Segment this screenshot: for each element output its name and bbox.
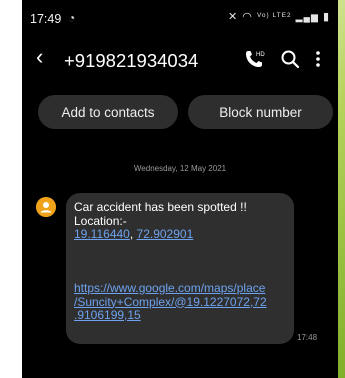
contact-number: +919821934034 bbox=[64, 50, 199, 71]
block-number-button[interactable]: Block number bbox=[188, 95, 333, 129]
svg-text:HD: HD bbox=[256, 52, 265, 58]
battery-icon: ▮ bbox=[322, 11, 330, 23]
maps-link[interactable]: https://www.google.com/maps/place /Sunci… bbox=[74, 281, 286, 323]
maps-link-line-2[interactable]: /Suncity+Complex/@19.1227072,72 bbox=[74, 295, 286, 310]
status-bar: 17:49 ◔ ✕ ◠ Vo) LTE2 ▂▄▆ ▮ bbox=[22, 0, 338, 34]
maps-link-line-3[interactable]: .9106199,15 bbox=[74, 308, 286, 323]
more-vertical-icon[interactable] bbox=[312, 48, 324, 70]
message-line-2: Location:- bbox=[74, 213, 127, 228]
signal-icon: ▂▄▆ bbox=[295, 12, 319, 22]
conversation-header: ‹ +919821934034 HD bbox=[22, 38, 338, 88]
message-text: Car accident has been spotted !! Locatio… bbox=[74, 200, 294, 242]
contact-avatar-icon[interactable] bbox=[36, 197, 56, 217]
wifi-icon: ◠ bbox=[242, 11, 253, 23]
maps-link-line-1[interactable]: https://www.google.com/maps/place bbox=[74, 281, 286, 296]
add-to-contacts-button[interactable]: Add to contacts bbox=[38, 95, 178, 129]
mute-icon: ✕ bbox=[228, 11, 239, 23]
phone-screen: 17:49 ◔ ✕ ◠ Vo) LTE2 ▂▄▆ ▮ ‹ +9198219340… bbox=[22, 0, 338, 378]
back-chevron-icon[interactable]: ‹ bbox=[36, 44, 43, 70]
message-time: 17:48 bbox=[297, 333, 318, 342]
status-icons: ✕ ◠ Vo) LTE2 ▂▄▆ ▮ bbox=[228, 10, 330, 23]
volte-label: Vo) LTE2 bbox=[256, 12, 292, 19]
coordinate-separator: , bbox=[129, 227, 134, 241]
hd-call-icon[interactable]: HD bbox=[243, 48, 265, 70]
search-icon[interactable] bbox=[279, 48, 301, 70]
date-separator: Wednesday, 12 May 2021 bbox=[133, 164, 227, 173]
status-time: 17:49 bbox=[30, 12, 62, 26]
longitude-link[interactable]: 72.902901 bbox=[137, 227, 194, 241]
latitude-link[interactable]: 19.116440 bbox=[74, 227, 130, 241]
message-line-1: Car accident has been spotted !! bbox=[74, 200, 247, 214]
whatsapp-icon: ◔ bbox=[68, 11, 76, 25]
coordinates-line: 19.116440, 72.902901 bbox=[74, 227, 294, 242]
